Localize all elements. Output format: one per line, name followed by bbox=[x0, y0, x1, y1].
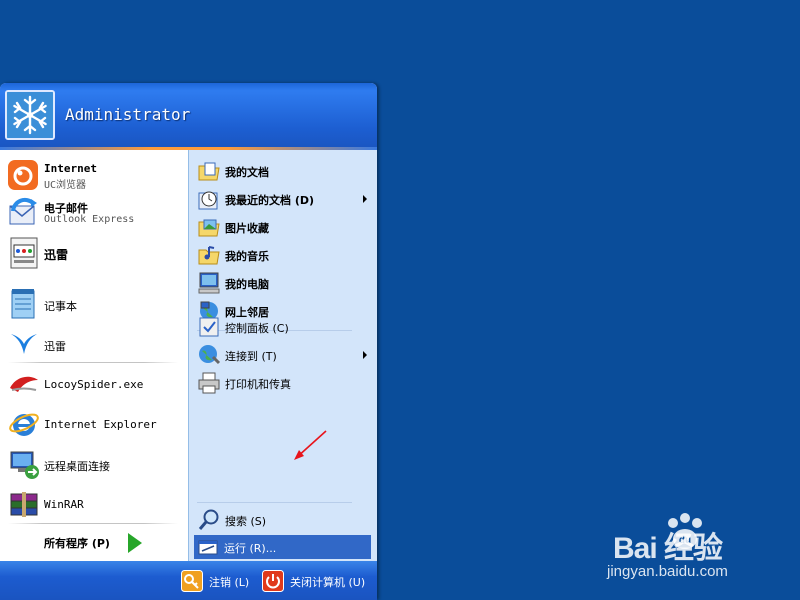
locoyspider-icon bbox=[8, 370, 40, 398]
my-computer-icon bbox=[197, 271, 221, 295]
place-label: 我的电脑 bbox=[225, 278, 269, 291]
program-label: 记事本 bbox=[44, 300, 77, 313]
pinned-subtitle: Outlook Express bbox=[44, 214, 135, 225]
xunlei-bird-icon bbox=[8, 328, 40, 360]
system-connect-to[interactable]: 连接到 (T) bbox=[189, 340, 377, 368]
my-pictures-icon bbox=[197, 215, 221, 239]
place-label: 我的音乐 bbox=[225, 250, 269, 263]
start-menu-footer: 注销 (L) 关闭计算机 (U) bbox=[0, 561, 377, 600]
tool-label: 搜索 (S) bbox=[225, 515, 267, 528]
watermark-brand: Bai 经验 bbox=[613, 532, 723, 565]
logoff-button[interactable]: 注销 (L) bbox=[181, 570, 257, 592]
search-icon bbox=[197, 508, 221, 532]
system-printers-faxes[interactable]: 打印机和传真 bbox=[189, 368, 377, 396]
tool-run[interactable]: 运行 (R)... bbox=[194, 535, 371, 559]
program-label: 远程桌面连接 bbox=[44, 460, 110, 473]
program-item-internet-explorer[interactable]: Internet Explorer bbox=[0, 406, 188, 442]
all-programs-button[interactable]: 所有程序 (P) bbox=[0, 525, 188, 561]
outlook-express-icon bbox=[7, 197, 39, 229]
green-arrow-icon bbox=[128, 533, 142, 553]
connect-to-icon bbox=[197, 343, 221, 367]
shutdown-button[interactable]: 关闭计算机 (U) bbox=[262, 570, 370, 592]
tool-label: 运行 (R)... bbox=[224, 542, 277, 555]
pinned-subtitle: UC浏览器 bbox=[44, 180, 87, 191]
program-label: WinRAR bbox=[44, 498, 84, 511]
place-label: 我最近的文档 (D) bbox=[225, 194, 315, 207]
place-my-documents[interactable]: 我的文档 bbox=[189, 156, 377, 184]
start-menu-header: Administrator bbox=[0, 83, 377, 147]
program-item-winrar[interactable]: WinRAR bbox=[0, 486, 188, 522]
place-my-music[interactable]: 我的音乐 bbox=[189, 240, 377, 268]
program-item-notepad[interactable]: 记事本 bbox=[0, 286, 188, 322]
all-programs-label: 所有程序 (P) bbox=[44, 537, 110, 550]
winrar-icon bbox=[8, 488, 40, 520]
program-item-xunlei[interactable]: 迅雷 bbox=[0, 326, 188, 362]
power-icon bbox=[262, 570, 284, 592]
submenu-arrow-icon bbox=[363, 195, 367, 203]
program-label: Internet Explorer bbox=[44, 418, 157, 431]
pinned-item-internet[interactable]: Internet UC浏览器 bbox=[0, 156, 188, 194]
logoff-label: 注销 (L) bbox=[209, 576, 250, 589]
place-recent-documents[interactable]: 我最近的文档 (D) bbox=[189, 184, 377, 212]
program-item-remote-desktop[interactable]: 远程桌面连接 bbox=[0, 446, 188, 482]
xunlei-app-icon bbox=[9, 237, 39, 269]
my-documents-icon bbox=[197, 159, 221, 183]
remote-desktop-icon bbox=[8, 448, 40, 480]
pinned-item-email[interactable]: 电子邮件 Outlook Express bbox=[0, 194, 188, 232]
user-avatar-snowflake-icon[interactable] bbox=[5, 90, 55, 140]
system-control-panel[interactable]: 控制面板 (C) bbox=[189, 312, 377, 340]
control-panel-icon bbox=[197, 315, 221, 339]
shutdown-label: 关闭计算机 (U) bbox=[290, 576, 366, 589]
system-label: 连接到 (T) bbox=[225, 350, 277, 363]
printers-faxes-icon bbox=[197, 371, 221, 395]
programs-separator bbox=[8, 523, 178, 524]
submenu-arrow-icon bbox=[363, 351, 367, 359]
system-label: 打印机和传真 bbox=[225, 378, 291, 391]
program-label: 迅雷 bbox=[44, 340, 66, 353]
watermark-url: jingyan.baidu.com bbox=[607, 563, 728, 580]
baidu-jingyan-watermark: du Bai 经验 jingyan.baidu.com bbox=[607, 513, 763, 588]
right-pane: 我的文档 我最近的文档 (D) 图片收藏 我的音乐 我的电脑 网上邻居 控制面板… bbox=[188, 150, 377, 561]
place-label: 我的文档 bbox=[225, 166, 269, 179]
place-my-computer[interactable]: 我的电脑 bbox=[189, 268, 377, 296]
place-label: 图片收藏 bbox=[225, 222, 269, 235]
run-icon bbox=[198, 538, 218, 556]
pinned-item-xunlei[interactable]: 迅雷 bbox=[0, 234, 188, 272]
tool-search[interactable]: 搜索 (S) bbox=[189, 505, 377, 533]
internet-explorer-icon bbox=[8, 408, 40, 440]
program-label: LocoySpider.exe bbox=[44, 378, 144, 391]
start-menu: Administrator Internet UC浏览器 电子邮件 Outloo… bbox=[0, 83, 377, 600]
place-my-pictures[interactable]: 图片收藏 bbox=[189, 212, 377, 240]
username: Administrator bbox=[65, 105, 191, 124]
recent-documents-icon bbox=[197, 187, 221, 211]
my-music-icon bbox=[197, 243, 221, 267]
system-separator bbox=[197, 502, 352, 503]
system-label: 控制面板 (C) bbox=[225, 322, 289, 335]
pinned-title: 迅雷 bbox=[44, 248, 69, 262]
uc-browser-icon bbox=[7, 159, 39, 191]
annotation-arrow-icon bbox=[290, 428, 330, 468]
pinned-title: Internet bbox=[44, 162, 97, 175]
notepad-icon bbox=[9, 288, 37, 320]
pinned-separator bbox=[8, 362, 178, 363]
logoff-key-icon bbox=[181, 570, 203, 592]
program-item-locoyspider[interactable]: LocoySpider.exe bbox=[0, 366, 188, 402]
left-pane: Internet UC浏览器 电子邮件 Outlook Express 迅雷 记… bbox=[0, 150, 188, 561]
